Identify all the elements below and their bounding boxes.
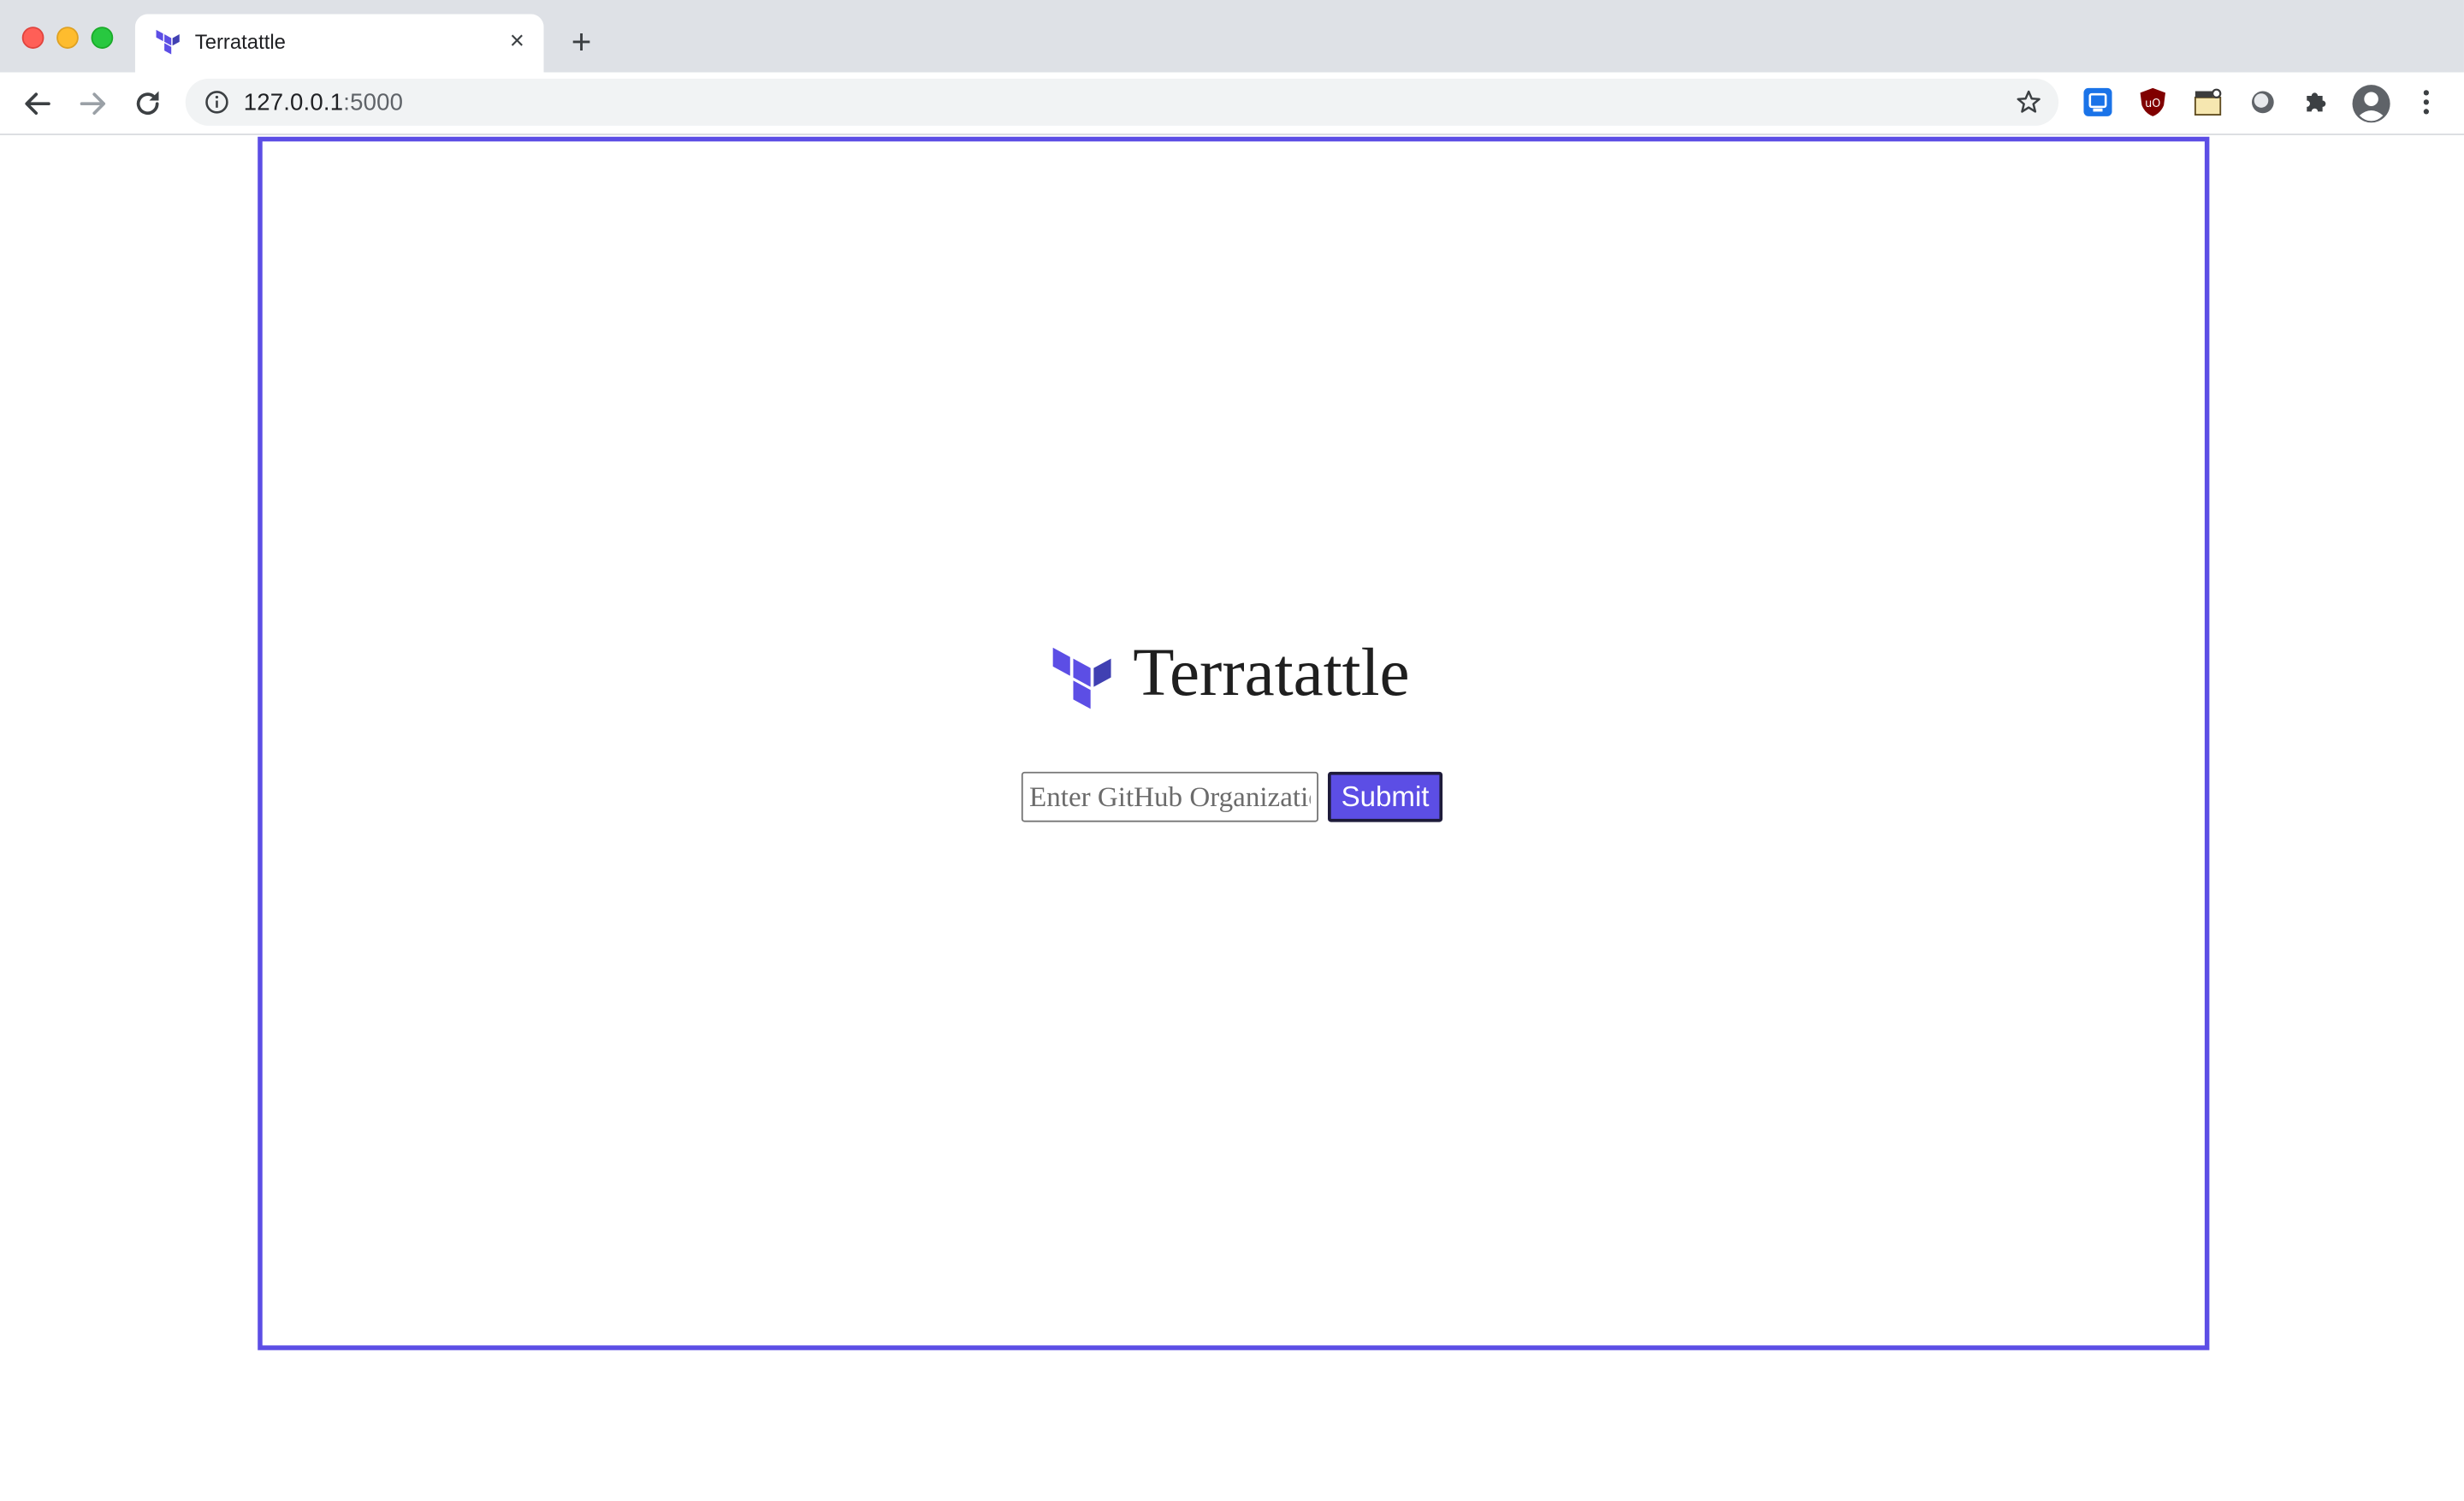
address-bar[interactable]: 127.0.0.1:5000	[185, 78, 2059, 126]
page-title: Terratattle	[1133, 636, 1410, 711]
content-frame	[258, 136, 2210, 1350]
site-info-icon[interactable]	[204, 90, 229, 115]
url-text[interactable]: 127.0.0.1:5000	[244, 90, 403, 116]
clapperboard-icon[interactable]	[2192, 86, 2224, 118]
window-close-button[interactable]	[21, 27, 44, 49]
window-minimize-button[interactable]	[56, 27, 79, 49]
svg-text:uO: uO	[2145, 98, 2160, 110]
reload-icon[interactable]	[129, 85, 167, 122]
circle-extension-icon[interactable]	[2247, 86, 2278, 118]
forward-arrow-icon[interactable]	[74, 85, 111, 122]
tab-title: Terratattle	[194, 29, 286, 54]
browser-tab-strip: Terratattle × +	[0, 0, 2464, 73]
github-organization-input[interactable]	[1021, 771, 1318, 822]
submit-button[interactable]: Submit	[1328, 771, 1443, 822]
terraform-logo-icon	[156, 29, 180, 55]
bookmark-star-icon[interactable]	[2015, 88, 2043, 116]
extension-blue-icon[interactable]	[2082, 86, 2114, 118]
new-tab-button[interactable]: +	[564, 24, 598, 59]
url-host: 127.0.0.1	[243, 89, 344, 116]
more-menu-icon[interactable]	[2412, 86, 2440, 118]
url-port: :5000	[343, 89, 404, 116]
browser-tab[interactable]: Terratattle ×	[134, 14, 544, 73]
terraform-logo-icon	[1052, 647, 1111, 709]
close-tab-icon[interactable]: ×	[503, 28, 531, 56]
back-arrow-icon[interactable]	[19, 85, 56, 122]
ublock-shield-icon[interactable]: uO	[2137, 86, 2169, 118]
browser-toolbar: 127.0.0.1:5000 uO	[0, 72, 2464, 135]
profile-avatar-icon[interactable]	[2351, 83, 2392, 124]
window-maximize-button[interactable]	[91, 27, 114, 49]
puzzle-piece-icon[interactable]	[2301, 86, 2332, 118]
